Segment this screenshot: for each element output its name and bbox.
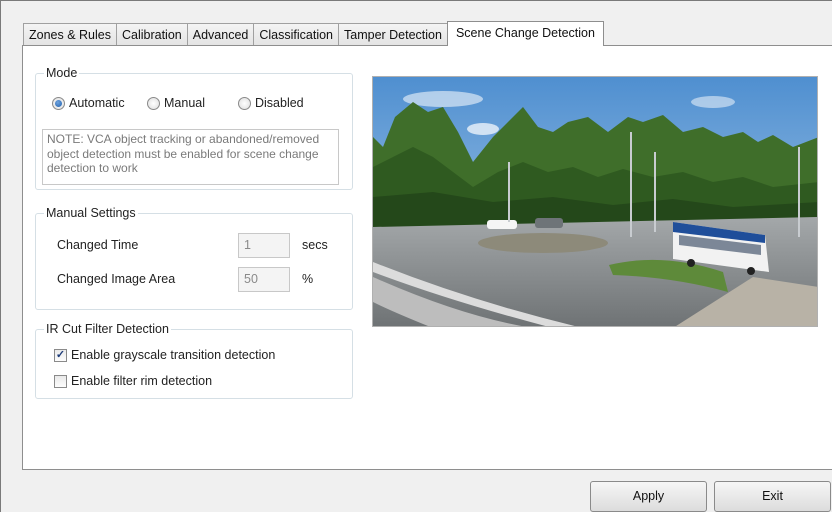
tab-tamper-detection[interactable]: Tamper Detection	[338, 23, 448, 46]
tab-bar: Zones & Rules Calibration Advanced Class…	[23, 21, 604, 46]
camera-preview-image	[372, 76, 818, 327]
manual-settings-title: Manual Settings	[44, 206, 138, 220]
tab-scene-change-detection[interactable]: Scene Change Detection	[446, 21, 604, 46]
changed-time-input[interactable]: 1	[238, 233, 290, 258]
tab-advanced[interactable]: Advanced	[186, 23, 255, 46]
mode-manual-radio[interactable]: Manual	[147, 96, 205, 110]
changed-area-label: Changed Image Area	[57, 272, 176, 286]
tab-panel: Mode Automatic Manual Disabled NOTE: VCA…	[22, 45, 832, 470]
tab-zones-rules[interactable]: Zones & Rules	[23, 23, 117, 46]
radio-unselected-icon	[238, 96, 251, 110]
mode-group: Mode Automatic Manual Disabled NOTE: VCA…	[35, 66, 353, 190]
changed-time-label: Changed Time	[57, 238, 139, 252]
radio-selected-icon	[52, 96, 65, 110]
exit-button[interactable]: Exit	[714, 481, 831, 512]
ir-cut-title: IR Cut Filter Detection	[44, 322, 171, 336]
mode-automatic-radio[interactable]: Automatic	[52, 96, 125, 110]
mode-manual-label: Manual	[164, 96, 205, 110]
radio-unselected-icon	[147, 96, 160, 110]
mode-disabled-label: Disabled	[255, 96, 304, 110]
mode-group-title: Mode	[44, 66, 80, 80]
tab-calibration[interactable]: Calibration	[115, 23, 188, 46]
grayscale-transition-label: Enable grayscale transition detection	[71, 348, 276, 362]
changed-time-unit: secs	[302, 238, 328, 252]
tab-classification[interactable]: Classification	[253, 23, 339, 46]
changed-area-unit: %	[302, 272, 314, 286]
filter-rim-checkbox[interactable]: Enable filter rim detection	[54, 374, 212, 388]
unchecked-box-icon	[54, 374, 67, 388]
ir-cut-group: IR Cut Filter Detection ✓ Enable graysca…	[35, 322, 353, 399]
mode-automatic-label: Automatic	[69, 96, 125, 110]
mode-note: NOTE: VCA object tracking or abandoned/r…	[42, 129, 339, 185]
checkmark-icon: ✓	[54, 348, 67, 362]
filter-rim-label: Enable filter rim detection	[71, 374, 213, 388]
manual-settings-group: Manual Settings Changed Time 1 secs Chan…	[35, 206, 353, 310]
roundabout-scene-icon	[373, 77, 817, 326]
grayscale-transition-checkbox[interactable]: ✓ Enable grayscale transition detection	[54, 348, 275, 362]
mode-disabled-radio[interactable]: Disabled	[238, 96, 304, 110]
scene-change-dialog: Zones & Rules Calibration Advanced Class…	[0, 0, 832, 512]
apply-button[interactable]: Apply	[590, 481, 707, 512]
changed-area-input[interactable]: 50	[238, 267, 290, 292]
